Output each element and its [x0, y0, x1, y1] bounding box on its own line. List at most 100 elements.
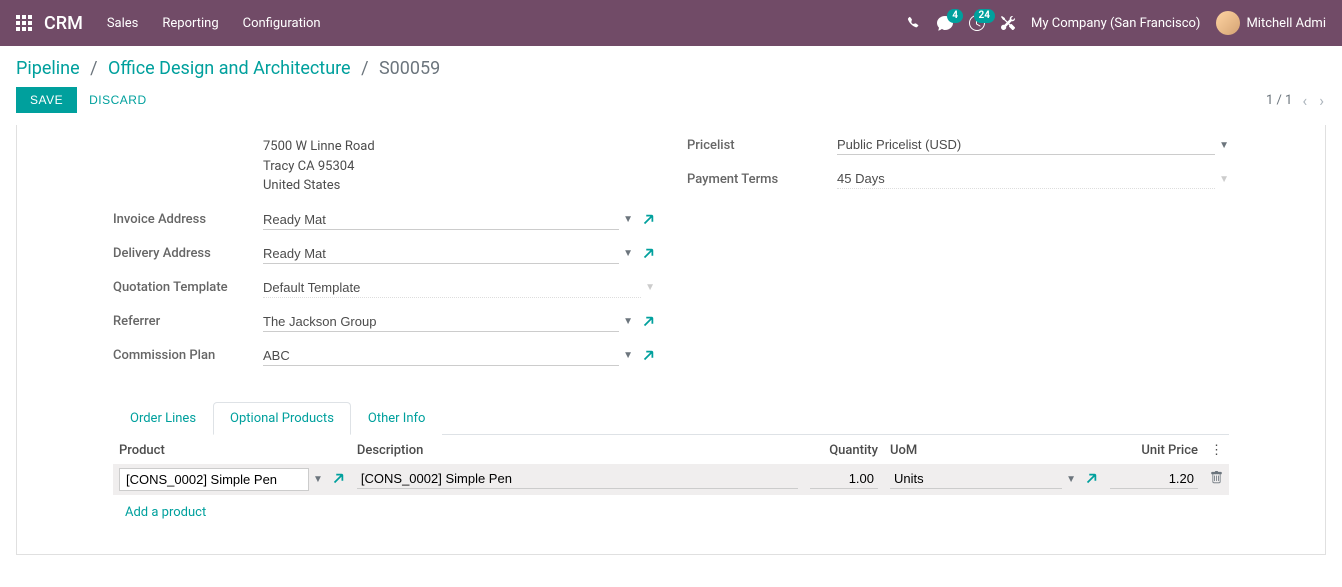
menu-sales[interactable]: Sales — [107, 16, 139, 31]
breadcrumb-current: S00059 — [379, 58, 440, 79]
form-left-column: 7500 W Linne Road Tracy CA 95304 United … — [113, 133, 655, 378]
field-row: Payment Terms ▼ — [687, 167, 1229, 191]
breadcrumb-pipeline[interactable]: Pipeline — [16, 58, 80, 79]
field-label: Commission Plan — [113, 348, 263, 363]
activity-badge: 24 — [974, 9, 995, 23]
quantity-input[interactable] — [810, 469, 878, 489]
external-link-icon[interactable] — [641, 247, 655, 261]
main-menu: Sales Reporting Configuration — [107, 16, 321, 31]
external-link-icon[interactable] — [641, 315, 655, 329]
app-brand[interactable]: CRM — [44, 13, 83, 34]
field-input[interactable] — [263, 346, 619, 366]
field-input[interactable] — [263, 312, 619, 332]
company-selector[interactable]: My Company (San Francisco) — [1031, 16, 1200, 31]
field-input-wrap: ▼ — [263, 312, 633, 332]
field-label: Delivery Address — [113, 246, 263, 261]
dropdown-caret-icon[interactable]: ▼ — [623, 350, 633, 361]
breadcrumb-separator: / — [90, 58, 97, 79]
field-row: Referrer ▼ — [113, 310, 655, 334]
topbar-right: 4 24 My Company (San Francisco) Mitchell… — [907, 11, 1326, 35]
user-avatar — [1216, 11, 1240, 35]
field-label: Quotation Template — [113, 280, 263, 295]
pager-next-icon[interactable]: › — [1317, 91, 1326, 110]
discard-button[interactable]: DISCARD — [89, 93, 147, 107]
table-row: ▼ ▼ — [113, 464, 1229, 495]
field-row: Commission Plan ▼ — [113, 344, 655, 368]
col-description: Description — [351, 435, 804, 464]
external-link-icon[interactable] — [331, 472, 345, 486]
address-line: 7500 W Linne Road — [263, 137, 655, 157]
pager: 1 / 1 ‹ › — [1266, 91, 1326, 110]
address-line: United States — [263, 176, 655, 196]
col-uom: UoM — [884, 435, 1104, 464]
menu-configuration[interactable]: Configuration — [243, 16, 321, 31]
action-bar: SAVE DISCARD 1 / 1 ‹ › — [0, 87, 1342, 125]
pager-prev-icon[interactable]: ‹ — [1300, 91, 1309, 110]
field-input-wrap: ▼ — [837, 169, 1229, 189]
external-link-icon[interactable] — [641, 349, 655, 363]
field-input-wrap: ▼ — [837, 135, 1229, 155]
field-row: Pricelist ▼ — [687, 133, 1229, 157]
tab-order-lines[interactable]: Order Lines — [113, 402, 213, 435]
field-row: Quotation Template ▼ — [113, 276, 655, 300]
description-input[interactable] — [357, 469, 798, 489]
pager-count: 1 / 1 — [1266, 93, 1292, 108]
top-navbar: CRM Sales Reporting Configuration 4 24 M… — [0, 0, 1342, 46]
dropdown-caret-icon[interactable]: ▼ — [1219, 174, 1229, 185]
field-row: Delivery Address ▼ — [113, 242, 655, 266]
chat-icon[interactable]: 4 — [937, 15, 953, 31]
breadcrumb-separator: / — [361, 58, 368, 79]
breadcrumb-bar: Pipeline / Office Design and Architectur… — [0, 46, 1342, 87]
user-menu[interactable]: Mitchell Admi — [1216, 11, 1326, 35]
phone-icon[interactable] — [907, 16, 921, 30]
field-input-wrap: ▼ — [263, 278, 655, 298]
field-input[interactable] — [263, 278, 641, 298]
form-sheet: 7500 W Linne Road Tracy CA 95304 United … — [16, 125, 1326, 555]
field-input[interactable] — [263, 210, 619, 230]
address-line: Tracy CA 95304 — [263, 157, 655, 177]
dropdown-caret-icon[interactable]: ▼ — [623, 248, 633, 259]
dropdown-caret-icon[interactable]: ▼ — [1066, 474, 1076, 485]
external-link-icon[interactable] — [641, 213, 655, 227]
tab-optional-products[interactable]: Optional Products — [213, 402, 351, 435]
optional-products-table: Product Description Quantity UoM Unit Pr… — [113, 435, 1229, 530]
breadcrumb: Pipeline / Office Design and Architectur… — [16, 58, 1326, 79]
col-quantity: Quantity — [804, 435, 884, 464]
add-product-link[interactable]: Add a product — [119, 499, 212, 526]
col-unit-price: Unit Price — [1104, 435, 1204, 464]
menu-reporting[interactable]: Reporting — [162, 16, 218, 31]
product-input[interactable] — [119, 468, 309, 491]
field-label: Pricelist — [687, 138, 837, 153]
field-input[interactable] — [837, 135, 1215, 155]
debug-icon[interactable] — [1001, 16, 1015, 30]
trash-icon[interactable] — [1210, 471, 1223, 484]
breadcrumb-opportunity[interactable]: Office Design and Architecture — [108, 58, 351, 79]
field-label: Referrer — [113, 314, 263, 329]
field-label: Payment Terms — [687, 172, 837, 187]
uom-input[interactable] — [890, 469, 1062, 489]
col-menu-icon[interactable]: ⋮ — [1204, 435, 1229, 464]
tab-other-info[interactable]: Other Info — [351, 402, 443, 435]
tabs: Order Lines Optional Products Other Info — [113, 402, 1229, 435]
customer-address: 7500 W Linne Road Tracy CA 95304 United … — [263, 133, 655, 196]
activity-icon[interactable]: 24 — [969, 15, 985, 31]
field-input-wrap: ▼ — [263, 346, 633, 366]
col-product: Product — [113, 435, 351, 464]
user-name: Mitchell Admi — [1246, 16, 1326, 31]
form-columns: 7500 W Linne Road Tracy CA 95304 United … — [113, 125, 1229, 378]
dropdown-caret-icon[interactable]: ▼ — [623, 316, 633, 327]
dropdown-caret-icon[interactable]: ▼ — [623, 214, 633, 225]
field-input-wrap: ▼ — [263, 244, 633, 264]
dropdown-caret-icon[interactable]: ▼ — [313, 474, 323, 485]
field-row: Invoice Address▼ — [113, 208, 655, 232]
external-link-icon[interactable] — [1084, 472, 1098, 486]
save-button[interactable]: SAVE — [16, 87, 77, 113]
price-input[interactable] — [1110, 469, 1198, 489]
dropdown-caret-icon[interactable]: ▼ — [645, 282, 655, 293]
dropdown-caret-icon[interactable]: ▼ — [1219, 140, 1229, 151]
apps-icon[interactable] — [16, 15, 32, 31]
field-input[interactable] — [837, 169, 1215, 189]
field-input[interactable] — [263, 244, 619, 264]
form-right-column: Pricelist ▼ Payment Terms ▼ — [687, 133, 1229, 378]
chat-badge: 4 — [947, 9, 963, 23]
